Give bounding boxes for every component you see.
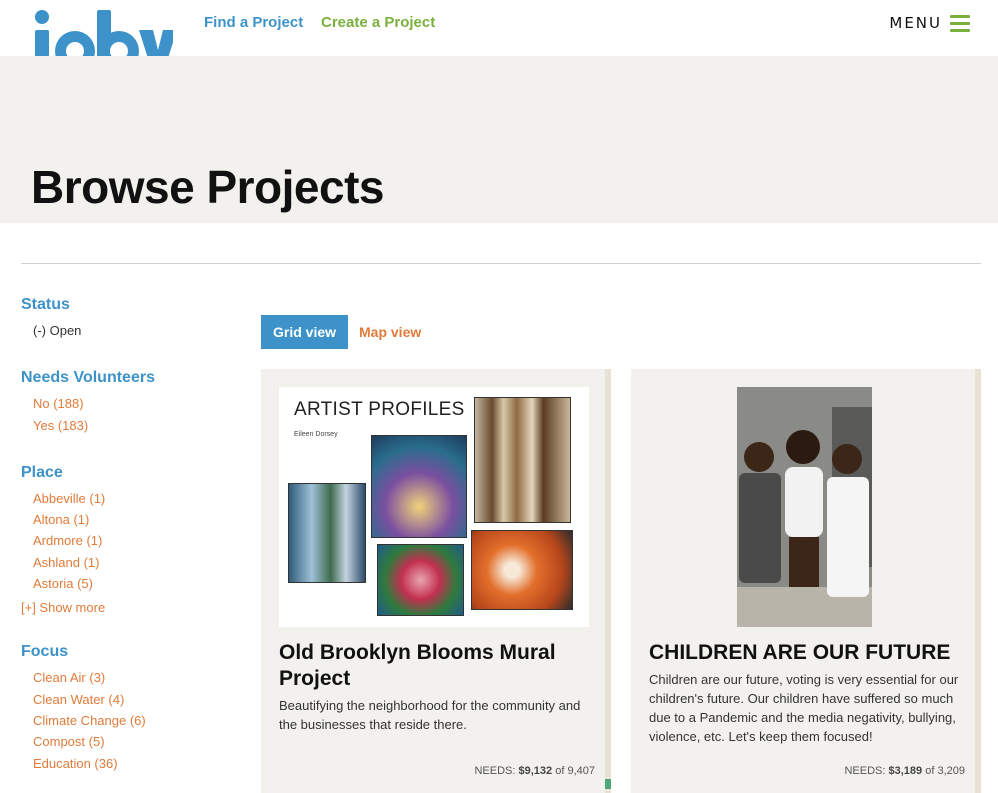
facet-status: Status (-) Open <box>21 296 241 341</box>
artwork-trees <box>474 397 571 523</box>
needs-total: of 9,407 <box>555 765 595 777</box>
page-title: Browse Projects <box>31 161 384 213</box>
facet-volunteers: Needs Volunteers No (188) Yes (183) <box>21 369 241 436</box>
artwork-flowers <box>377 544 464 616</box>
facet-item-place[interactable]: Abbeville (1) <box>21 488 241 509</box>
facet-title-volunteers: Needs Volunteers <box>21 369 155 387</box>
needs-amount: $9,132 <box>518 765 553 777</box>
funding-needs: NEEDS: $9,132 of 9,407 <box>474 765 595 777</box>
image-heading: ARTIST PROFILES <box>294 399 465 420</box>
needs-label: NEEDS: <box>474 765 516 777</box>
facet-item-place[interactable]: Ardmore (1) <box>21 530 241 551</box>
facet-item-focus[interactable]: Education (36) <box>21 753 241 774</box>
show-more-place[interactable]: [+] Show more <box>21 600 241 615</box>
project-title[interactable]: CHILDREN ARE OUR FUTURE <box>649 640 959 666</box>
map-view-link[interactable]: Map view <box>359 324 421 340</box>
divider <box>21 263 981 264</box>
project-image-children <box>737 387 872 627</box>
progress-indicator <box>605 779 611 789</box>
facet-item-focus[interactable]: Compost (5) <box>21 731 241 752</box>
image-subheading: Eileen Dorsey <box>294 431 338 438</box>
facet-item-place[interactable]: Astoria (5) <box>21 573 241 594</box>
needs-label: NEEDS: <box>844 765 886 777</box>
facet-item-place[interactable]: Ashland (1) <box>21 552 241 573</box>
artwork-forest <box>288 483 366 583</box>
grid-view-button[interactable]: Grid view <box>261 315 348 349</box>
project-description: Beautifying the neighborhood for the com… <box>279 698 581 732</box>
filter-sidebar: Status (-) Open Needs Volunteers No (188… <box>21 296 241 793</box>
nav-create-project[interactable]: Create a Project <box>321 14 435 31</box>
menu-button[interactable]: MENU <box>889 14 970 32</box>
project-description: Children are our future, voting is very … <box>649 672 959 744</box>
facet-item-focus[interactable]: Clean Air (3) <box>21 667 241 688</box>
artwork-orange <box>471 530 573 610</box>
facet-item-focus[interactable]: Clean Water (4) <box>21 689 241 710</box>
top-bar: Find a Project Create a Project MENU <box>0 0 998 86</box>
facet-title-place: Place <box>21 463 63 481</box>
nav-find-project[interactable]: Find a Project <box>204 14 303 31</box>
facet-item-place[interactable]: Altona (1) <box>21 509 241 530</box>
facet-title-status: Status <box>21 296 70 313</box>
project-card[interactable]: ARTIST PROFILES Eileen Dorsey Old Brookl… <box>261 369 611 793</box>
project-card[interactable]: CHILDREN ARE OUR FUTURE Children are our… <box>631 369 981 793</box>
facet-title-focus: Focus <box>21 643 69 661</box>
project-title[interactable]: Old Brooklyn Blooms Mural Project <box>279 640 589 692</box>
facet-focus: Focus Clean Air (3) Clean Water (4) Clim… <box>21 643 241 773</box>
hamburger-icon <box>950 14 970 32</box>
funding-needs: NEEDS: $3,189 of 3,209 <box>844 765 965 777</box>
needs-total: of 3,209 <box>925 765 965 777</box>
hero-banner: Browse Projects <box>0 56 998 223</box>
facet-item-volunteers-yes[interactable]: Yes (183) <box>21 415 241 436</box>
project-image-artist-profiles: ARTIST PROFILES Eileen Dorsey <box>279 387 589 627</box>
facet-item-volunteers-no[interactable]: No (188) <box>21 393 241 414</box>
facet-item-focus[interactable]: Climate Change (6) <box>21 710 241 731</box>
facet-item-open[interactable]: (-) Open <box>21 320 241 341</box>
menu-label: MENU <box>889 14 942 32</box>
facet-place: Place Abbeville (1) Altona (1) Ardmore (… <box>21 464 241 615</box>
needs-amount: $3,189 <box>888 765 923 777</box>
artwork-path <box>371 435 467 538</box>
